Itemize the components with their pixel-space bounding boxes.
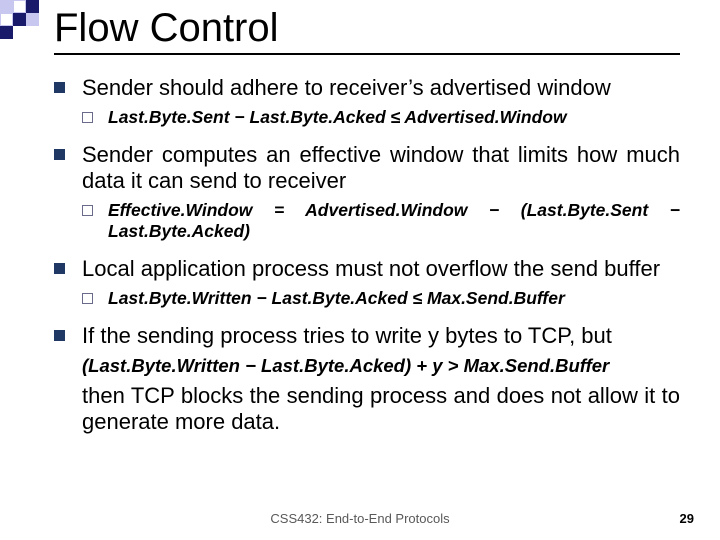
bullet-item: Sender should adhere to receiver’s adver… xyxy=(54,75,680,128)
bullet-text: Sender computes an effective window that… xyxy=(82,142,680,193)
inline-formula: (Last.Byte.Written − Last.Byte.Acked) + … xyxy=(82,355,680,377)
slide-title: Flow Control xyxy=(54,6,680,51)
sub-list: Last.Byte.Written − Last.Byte.Acked ≤ Ma… xyxy=(82,288,680,309)
bullet-item: Sender computes an effective window that… xyxy=(54,142,680,242)
footer-text: CSS432: End-to-End Protocols xyxy=(0,511,720,526)
sub-item: Last.Byte.Written − Last.Byte.Acked ≤ Ma… xyxy=(82,288,680,309)
bullet-item: If the sending process tries to write y … xyxy=(54,323,680,435)
bullet-list: Sender should adhere to receiver’s adver… xyxy=(54,75,680,435)
sub-list: Effective.Window = Advertised.Window − (… xyxy=(82,200,680,242)
bullet-text: Sender should adhere to receiver’s adver… xyxy=(82,75,611,100)
bullet-text: If the sending process tries to write y … xyxy=(82,323,612,348)
page-number: 29 xyxy=(680,511,694,526)
slide: Flow Control Sender should adhere to rec… xyxy=(0,0,720,540)
bullet-item: Local application process must not overf… xyxy=(54,256,680,309)
sub-item: Effective.Window = Advertised.Window − (… xyxy=(82,200,680,242)
bullet-text: Local application process must not overf… xyxy=(82,256,660,281)
bullet-continuation: then TCP blocks the sending process and … xyxy=(82,383,680,435)
sub-item: Last.Byte.Sent − Last.Byte.Acked ≤ Adver… xyxy=(82,107,680,128)
title-wrap: Flow Control xyxy=(54,6,680,55)
sub-list: Last.Byte.Sent − Last.Byte.Acked ≤ Adver… xyxy=(82,107,680,128)
